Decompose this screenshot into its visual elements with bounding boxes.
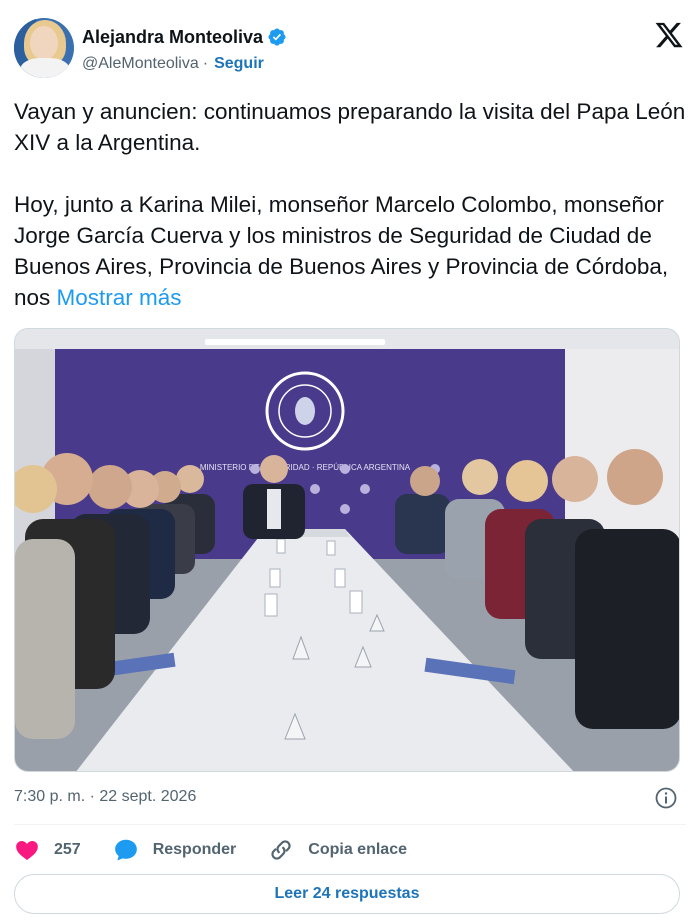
reply-label: Responder — [152, 841, 237, 858]
tweet-actions: 257 Responder Copia enlace — [14, 834, 439, 866]
divider — [14, 824, 686, 825]
tweet-text: Vayan y anuncien: continuamos preparando… — [14, 96, 686, 313]
verified-badge-icon — [268, 28, 286, 46]
copy-link-button[interactable]: Copia enlace — [268, 837, 407, 863]
author-display-name[interactable]: Alejandra Monteoliva — [82, 27, 263, 48]
heart-icon — [16, 841, 38, 860]
read-replies-button[interactable]: Leer 24 respuestas — [14, 874, 680, 914]
reply-button[interactable]: Responder — [113, 837, 237, 863]
tweet-timestamp[interactable]: 7:30 p. m. · 22 sept. 2026 — [14, 788, 196, 806]
wall-logo-text: MINISTERIO DE SEGURIDAD · REPÚBLICA ARGE… — [200, 463, 411, 472]
tweet-embed-card: Alejandra Monteoliva @AleMonteoliva · Se… — [0, 0, 700, 920]
x-logo-icon[interactable] — [654, 20, 684, 50]
avatar[interactable] — [14, 18, 74, 78]
link-icon — [271, 840, 291, 860]
meeting-photo-illustration: MINISTERIO DE SEGURIDAD · REPÚBLICA ARGE… — [15, 329, 679, 771]
show-more-link[interactable]: Mostrar más — [57, 285, 182, 310]
author-info: Alejandra Monteoliva @AleMonteoliva · Se… — [82, 24, 287, 76]
tweet-photo[interactable]: MINISTERIO DE SEGURIDAD · REPÚBLICA ARGE… — [14, 328, 680, 772]
reply-bubble-icon — [114, 839, 137, 861]
copy-link-label: Copia enlace — [308, 841, 407, 858]
like-button[interactable]: 257 — [14, 837, 81, 863]
tweet-body: Vayan y anuncien: continuamos preparando… — [14, 99, 686, 310]
follow-button[interactable]: Seguir — [214, 55, 264, 73]
info-icon[interactable] — [654, 786, 678, 810]
like-count: 257 — [54, 841, 81, 858]
handle-separator: · — [202, 55, 209, 72]
tweet-header: Alejandra Monteoliva @AleMonteoliva · Se… — [14, 16, 686, 78]
author-handle[interactable]: @AleMonteoliva — [82, 55, 199, 73]
